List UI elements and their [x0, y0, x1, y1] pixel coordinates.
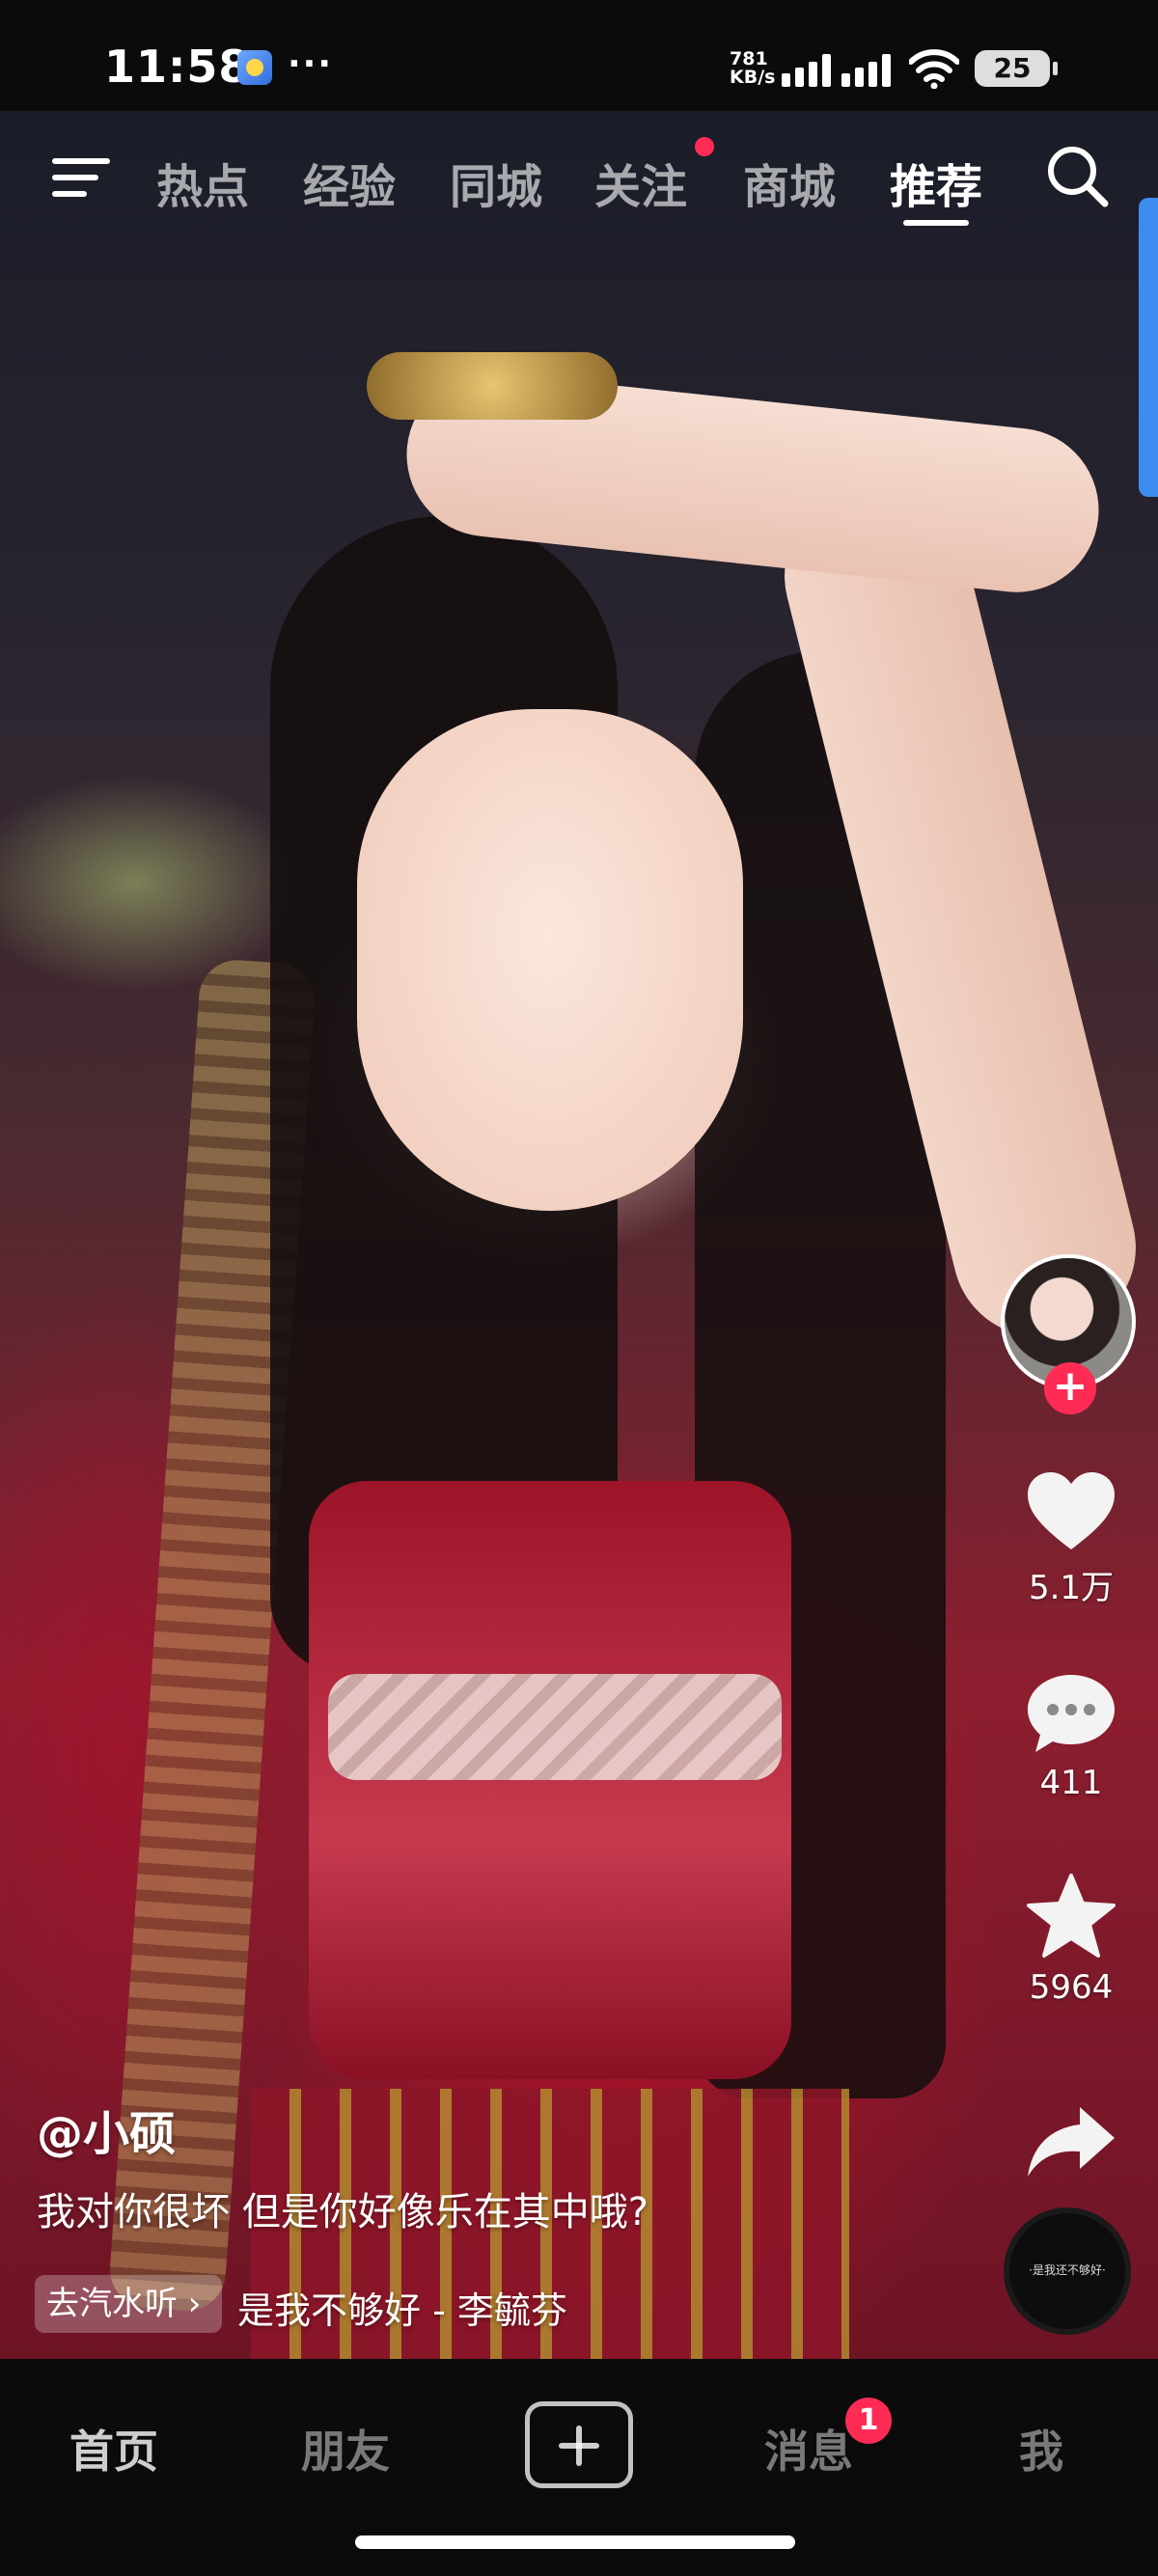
- author-name[interactable]: @小硕: [37, 2096, 176, 2163]
- tab-recommend[interactable]: 推荐: [890, 149, 982, 216]
- clock: 11:58: [104, 41, 251, 93]
- menu-icon[interactable]: [52, 154, 110, 201]
- share-icon: [1028, 2107, 1115, 2177]
- side-drawer-handle[interactable]: [1139, 198, 1158, 497]
- wifi-icon: [909, 49, 959, 89]
- star-icon: [1027, 1874, 1116, 1958]
- battery-indicator: 25: [975, 50, 1058, 87]
- music-disc[interactable]: ·是我还不够好·: [1004, 2207, 1131, 2335]
- music-title[interactable]: 是我不够好 - 李毓芬: [237, 2281, 567, 2334]
- heart-icon: [1028, 1472, 1115, 1549]
- network-speed-unit: KB/s: [730, 67, 776, 88]
- nav-home[interactable]: 首页: [69, 2417, 158, 2480]
- video-frame-face: [357, 709, 743, 1211]
- favorite-action[interactable]: 5964: [984, 1872, 1158, 2007]
- video-frame-headpiece: [367, 352, 618, 420]
- messages-badge: 1: [845, 2398, 892, 2444]
- video-player[interactable]: [0, 111, 1158, 2359]
- comment-action[interactable]: 411: [984, 1671, 1158, 1802]
- status-bar: 11:58 ··· 781 KB/s 25: [0, 0, 1158, 111]
- tab-experience[interactable]: 经验: [303, 149, 396, 216]
- like-action[interactable]: 5.1万: [984, 1468, 1158, 1608]
- nav-me[interactable]: 我: [1019, 2417, 1063, 2480]
- tab-local[interactable]: 同城: [450, 149, 542, 216]
- following-notification-dot: [695, 137, 714, 156]
- tab-hot[interactable]: 热点: [156, 149, 249, 216]
- create-post-button[interactable]: [525, 2401, 633, 2488]
- comment-count: 411: [1039, 1764, 1103, 1802]
- nav-friends[interactable]: 朋友: [301, 2417, 390, 2480]
- top-tab-bar: 热点 经验 同城 关注 商城 推荐: [0, 135, 1158, 232]
- cellular-signal-icon: [782, 54, 891, 87]
- tab-mall[interactable]: 商城: [743, 149, 836, 216]
- app-notification-icon: [237, 50, 272, 85]
- comment-icon: [1028, 1675, 1115, 1752]
- follow-button[interactable]: +: [1044, 1362, 1096, 1414]
- video-frame-lace: [328, 1674, 782, 1780]
- more-notifications-icon: ···: [288, 44, 334, 84]
- active-tab-indicator: [903, 220, 969, 226]
- like-count: 5.1万: [1028, 1569, 1115, 1607]
- home-indicator[interactable]: [355, 2535, 795, 2549]
- tab-following[interactable]: 关注: [594, 149, 687, 216]
- search-icon[interactable]: [1044, 143, 1112, 210]
- nav-messages[interactable]: 消息: [764, 2417, 853, 2480]
- network-speed: 781 KB/s: [730, 50, 775, 87]
- favorite-count: 5964: [1029, 1968, 1114, 2007]
- listen-on-qishui-button[interactable]: 去汽水听 ›: [35, 2275, 222, 2333]
- video-caption[interactable]: 我对你很坏 但是你好像乐在其中哦?: [37, 2180, 648, 2236]
- share-action[interactable]: [984, 2103, 1158, 2180]
- video-frame-costume: [309, 1481, 791, 2079]
